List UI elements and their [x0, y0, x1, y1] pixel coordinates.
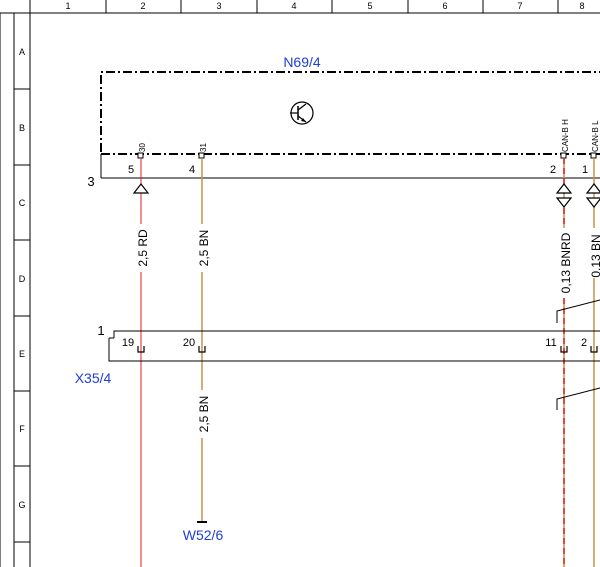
pin-number: 1: [582, 164, 588, 176]
wire-label: 0,13 BNRD: [559, 232, 573, 293]
pin-number: 4: [189, 164, 195, 176]
column-label: 3: [216, 1, 221, 11]
ground-w52-6: W52/6: [183, 521, 224, 543]
pin-label: CAN-B L: [591, 120, 600, 152]
pin-contact: [560, 152, 567, 159]
wire-label: 2,5 BN: [197, 396, 211, 433]
connector-name: X35/4: [75, 370, 112, 386]
row-label: C: [19, 198, 26, 208]
component-n69-4: N69/4: [100, 54, 600, 155]
column-label: 4: [291, 1, 296, 11]
component-name: N69/4: [283, 54, 321, 70]
wire-label: 0,13 BN: [589, 234, 600, 277]
pin-number: 2: [550, 164, 556, 176]
signal-arrows: [132, 183, 600, 208]
pin-number: 20: [183, 337, 195, 349]
pin-label: 30: [138, 143, 147, 152]
column-label: 7: [517, 1, 522, 11]
column-label: 2: [140, 1, 145, 11]
row-ruler: A B C D E F G: [14, 47, 30, 543]
row-label: E: [19, 349, 25, 359]
pin-number: 5: [128, 164, 134, 176]
pin-number: 2: [581, 337, 587, 349]
wire-label: 2,5 BN: [197, 230, 211, 267]
wires: [140, 158, 595, 567]
row-label: B: [19, 123, 25, 133]
arrow-up-icon: [132, 183, 150, 194]
ground-name: W52/6: [183, 527, 224, 543]
row-label: F: [19, 424, 25, 434]
column-label: 8: [579, 1, 584, 11]
pin-contact: [137, 152, 144, 159]
row-label: D: [19, 274, 26, 284]
column-label: 6: [442, 1, 447, 11]
transistor-icon: [290, 101, 314, 125]
connector-x35-4: 1 X35/4 19 20 11 2: [75, 323, 600, 386]
frame: [0, 0, 600, 567]
pin-contact: [590, 152, 597, 159]
pin-label: CAN-B H: [561, 119, 570, 152]
wire-label: 2,5 RD: [136, 229, 150, 267]
column-label: 5: [367, 1, 372, 11]
pin-number: 11: [545, 337, 556, 349]
connector-number: 1: [97, 323, 104, 338]
pin-label: 31: [199, 143, 208, 152]
pin-contact: [198, 152, 205, 159]
wiring-diagram: 1 2 3 4 5 6 7 8 A B C D E F G N69/4 3 30…: [0, 0, 600, 567]
column-ruler: 1 2 3 4 5 6 7 8: [65, 0, 585, 13]
row-label: G: [18, 500, 25, 510]
pin-number: 19: [122, 337, 134, 349]
connector-number: 3: [87, 174, 94, 189]
column-label: 1: [65, 1, 70, 11]
row-label: A: [19, 47, 25, 57]
